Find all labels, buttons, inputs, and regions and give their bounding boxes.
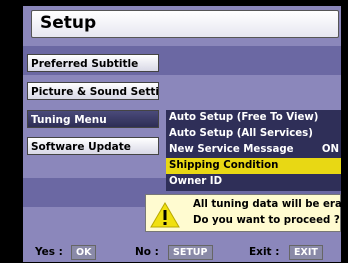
menu-item-software-update[interactable]: Software Update — [27, 137, 159, 155]
page-title: Setup — [40, 13, 97, 33]
submenu-item-value: ON — [321, 144, 339, 155]
submenu-item-label: Owner ID — [169, 176, 223, 187]
exit-key-button[interactable]: EXIT — [289, 245, 323, 260]
submenu-item-auto-setup-all[interactable]: Auto Setup (All Services) — [166, 126, 341, 142]
warning-text-line2: Do you want to proceed ? — [193, 215, 340, 226]
warning-dialog: All tuning data will be erased. Do you w… — [145, 194, 341, 232]
footer-bar: Yes : OK No : SETUP Exit : EXIT — [23, 243, 341, 262]
menu-item-picture-sound-setting[interactable]: Picture & Sound Setting — [27, 82, 159, 100]
menu-item-preferred-subtitle[interactable]: Preferred Subtitle — [27, 54, 159, 72]
submenu-item-new-service-message[interactable]: New Service Message ON — [166, 142, 341, 158]
warning-text-line1: All tuning data will be erased. — [193, 199, 341, 210]
exit-label: Exit : — [249, 246, 280, 258]
submenu-item-auto-setup-free[interactable]: Auto Setup (Free To View) — [166, 110, 341, 126]
submenu-item-label: Auto Setup (All Services) — [169, 128, 313, 139]
ok-key-button[interactable]: OK — [71, 245, 97, 260]
warning-icon — [150, 202, 180, 228]
yes-label: Yes : — [35, 246, 63, 258]
title-bar: Setup — [31, 10, 339, 38]
setup-key-button[interactable]: SETUP — [168, 245, 213, 260]
submenu-item-shipping-condition[interactable]: Shipping Condition — [166, 158, 341, 174]
submenu-item-label: Shipping Condition — [169, 160, 279, 171]
setup-screen: Setup Preferred Subtitle Picture & Sound… — [23, 6, 341, 262]
submenu-item-owner-id[interactable]: Owner ID — [166, 174, 341, 190]
submenu-item-label: New Service Message — [169, 144, 294, 155]
submenu-item-label: Auto Setup (Free To View) — [169, 112, 319, 123]
no-label: No : — [135, 246, 159, 258]
menu-item-tuning-menu[interactable]: Tuning Menu — [27, 110, 159, 128]
tuning-submenu: Auto Setup (Free To View) Auto Setup (Al… — [166, 110, 341, 191]
